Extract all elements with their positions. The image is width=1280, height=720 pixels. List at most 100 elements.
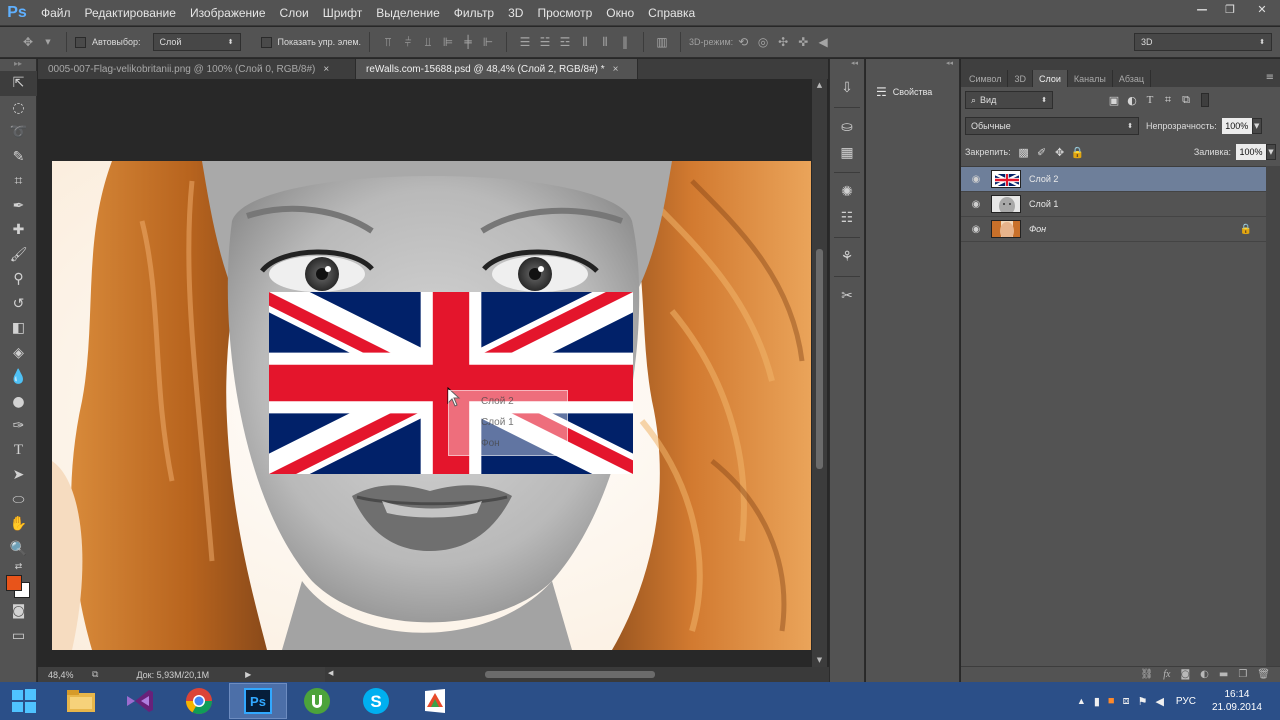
healing-brush-tool-icon[interactable]: ✚	[0, 218, 37, 243]
new-layer-icon[interactable]: ❐	[1238, 669, 1247, 680]
status-preview-icon[interactable]: ⧉	[92, 669, 98, 680]
menu-edit[interactable]: Редактирование	[78, 6, 183, 20]
zoom-level[interactable]: 48,4%	[48, 670, 88, 680]
opacity-input[interactable]: 100%	[1221, 118, 1252, 134]
menu-help[interactable]: Справка	[641, 6, 702, 20]
tool-presets-icon[interactable]: ✂	[830, 283, 864, 309]
history-panel-icon[interactable]: ⇩	[830, 75, 864, 101]
menu-filter[interactable]: Фильтр	[447, 6, 501, 20]
align-top-icon[interactable]: ⫪	[380, 34, 396, 50]
layer-name[interactable]: Слой 1	[1029, 199, 1058, 209]
auto-align-icon[interactable]: ▥	[654, 34, 670, 50]
tray-office-icon[interactable]: ■	[1108, 695, 1115, 707]
lock-position-icon[interactable]: ✥	[1051, 144, 1069, 160]
utorrent-icon[interactable]	[288, 683, 346, 719]
fill-input[interactable]: 100%	[1236, 144, 1266, 160]
clock[interactable]: 16:14 21.09.2014	[1212, 688, 1262, 714]
layer-row-fon[interactable]: ◉ Фон 🔒	[961, 217, 1266, 242]
tab-paragraph[interactable]: Абзац	[1113, 70, 1152, 87]
path-select-tool-icon[interactable]: ➤	[0, 463, 37, 488]
scroll-left-icon[interactable]: ◀	[328, 669, 333, 677]
delete-layer-icon[interactable]: 🗑	[1257, 669, 1270, 680]
brush-presets-icon[interactable]: ☷	[830, 205, 864, 231]
distribute-top-icon[interactable]: ☰	[517, 34, 533, 50]
quick-select-tool-icon[interactable]: ✎	[0, 145, 37, 170]
volume-icon[interactable]: ◀	[1155, 695, 1163, 708]
autoselect-checkbox[interactable]	[75, 36, 86, 48]
layer-name[interactable]: Слой 2	[1029, 174, 1058, 184]
marquee-tool-icon[interactable]: ◌	[0, 96, 37, 121]
brush-tool-icon[interactable]: 🖌	[0, 243, 37, 268]
tab-layers[interactable]: Слои	[1032, 70, 1068, 87]
distribute-right-icon[interactable]: ‖	[617, 34, 633, 50]
distribute-left-icon[interactable]: ⦀	[577, 34, 593, 50]
horizontal-scrollbar[interactable]: ◀ ▶	[325, 667, 845, 682]
swap-colors-icon[interactable]: ⇄	[0, 561, 37, 573]
ellipse-tool-icon[interactable]: ⬭	[0, 488, 37, 513]
layer-style-icon[interactable]: fx	[1163, 669, 1170, 680]
menu-select[interactable]: Выделение	[369, 6, 447, 20]
panel-grip-icon[interactable]: ▸▸	[0, 59, 36, 71]
office-icon[interactable]	[406, 683, 464, 719]
align-right-icon[interactable]: ⊩	[480, 34, 496, 50]
tab-flag-document[interactable]: 0005-007-Flag-velikobritanii.png @ 100% …	[38, 59, 356, 79]
brush-panel-icon[interactable]: ✺	[830, 179, 864, 205]
align-hcenter-icon[interactable]: ╪	[460, 34, 476, 50]
scale-3d-icon[interactable]: ◀	[815, 34, 831, 50]
status-menu-icon[interactable]: ▶	[245, 670, 251, 679]
tab-character[interactable]: Символ	[963, 70, 1009, 87]
flag-icon[interactable]: ⚑	[1138, 695, 1148, 708]
layer-filter-dropdown[interactable]: ⌕ Вид ⬍	[965, 91, 1053, 109]
workspace-dropdown[interactable]: 3D ⬍	[1134, 33, 1272, 51]
blur-tool-icon[interactable]: 💧	[0, 365, 37, 390]
photoshop-taskbar-icon[interactable]: Ps	[229, 683, 287, 719]
lasso-tool-icon[interactable]: ➰	[0, 120, 37, 145]
collapse-panels-icon[interactable]: ◂◂	[830, 59, 864, 71]
new-group-icon[interactable]: ▬	[1219, 669, 1228, 680]
filter-shape-icon[interactable]: ⌗	[1159, 92, 1177, 108]
distribute-hcenter-icon[interactable]: ⫴	[597, 34, 613, 50]
foreground-color-swatch[interactable]	[6, 575, 22, 591]
scroll-up-icon[interactable]: ▲	[812, 81, 827, 89]
align-vcenter-icon[interactable]: ⫩	[400, 34, 416, 50]
filter-adjustment-icon[interactable]: ◐	[1123, 92, 1141, 108]
layer-row-sloi-1[interactable]: ◉ Слой 1	[961, 192, 1266, 217]
collapse-panels-icon[interactable]: ◂◂	[866, 59, 959, 71]
dodge-tool-icon[interactable]: ●	[0, 390, 37, 415]
actions-panel-icon[interactable]: ⛀	[830, 114, 864, 140]
show-hidden-icons-icon[interactable]: ▲	[1077, 696, 1086, 706]
type-tool-icon[interactable]: T	[0, 439, 37, 464]
align-bottom-icon[interactable]: ⫫	[420, 34, 436, 50]
visibility-eye-icon[interactable]: ◉	[961, 224, 991, 235]
chevron-down-icon[interactable]: ▼	[1251, 118, 1262, 134]
lock-all-icon[interactable]: 🔒	[1069, 144, 1087, 160]
screen-mode-icon[interactable]: ▭	[0, 624, 37, 649]
move-tool-icon[interactable]: ⇱	[0, 71, 37, 96]
menu-window[interactable]: Окно	[599, 6, 641, 20]
filter-smart-object-icon[interactable]: ⧉	[1177, 92, 1195, 108]
distribute-bottom-icon[interactable]: ☲	[557, 34, 573, 50]
zoom-tool-icon[interactable]: 🔍	[0, 537, 37, 562]
pen-tool-icon[interactable]: ✑	[0, 414, 37, 439]
eraser-tool-icon[interactable]: ◧	[0, 316, 37, 341]
align-left-icon[interactable]: ⊫	[440, 34, 456, 50]
menu-file[interactable]: Файл	[34, 6, 78, 20]
document-canvas[interactable]	[52, 161, 811, 650]
close-tab-icon[interactable]: ×	[323, 64, 329, 75]
close-icon[interactable]: ✕	[1244, 0, 1280, 18]
eyedropper-tool-icon[interactable]: ✒	[0, 194, 37, 219]
adjustment-layer-icon[interactable]: ◐	[1200, 669, 1209, 680]
scroll-thumb[interactable]	[485, 671, 655, 678]
quick-mask-icon[interactable]: ◙	[0, 599, 37, 624]
crop-tool-icon[interactable]: ⌗	[0, 169, 37, 194]
tab-rewalls-document[interactable]: reWalls.com-15688.psd @ 48,4% (Слой 2, R…	[356, 59, 638, 79]
filter-pixel-icon[interactable]: ▣	[1105, 92, 1123, 108]
chrome-icon[interactable]	[170, 683, 228, 719]
lock-transparent-icon[interactable]: ▩	[1015, 144, 1033, 160]
move-tool-preset-icon[interactable]: ✥	[20, 34, 36, 50]
restore-icon[interactable]: ❐	[1216, 0, 1244, 18]
lock-pixels-icon[interactable]: ✐	[1033, 144, 1051, 160]
visual-studio-icon[interactable]	[111, 683, 169, 719]
menu-type[interactable]: Шрифт	[316, 6, 369, 20]
filter-toggle[interactable]	[1201, 93, 1209, 107]
